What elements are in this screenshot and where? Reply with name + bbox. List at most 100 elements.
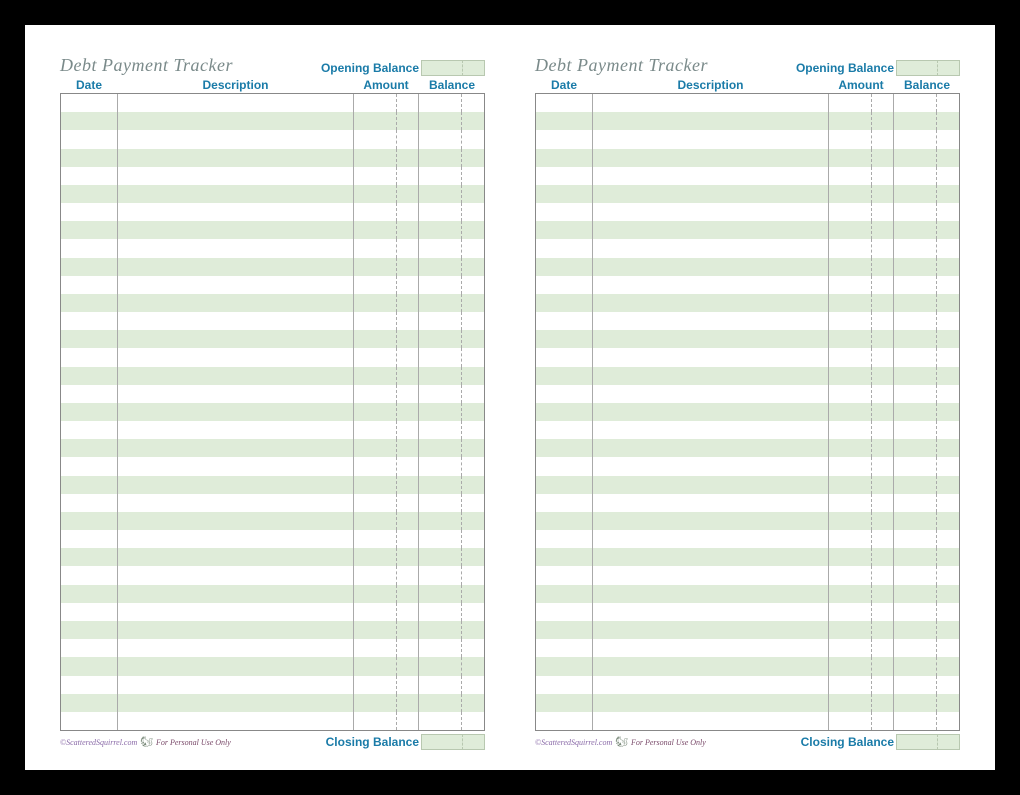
ledger-row[interactable] xyxy=(536,603,959,621)
cell-amount-cents[interactable] xyxy=(397,258,419,276)
cell-balance-main[interactable] xyxy=(894,676,937,694)
cell-balance-cents[interactable] xyxy=(462,657,484,675)
ledger-row[interactable] xyxy=(536,694,959,712)
cell-description[interactable] xyxy=(593,476,829,494)
ledger-row[interactable] xyxy=(61,185,484,203)
cell-amount-cents[interactable] xyxy=(397,203,419,221)
ledger-row[interactable] xyxy=(536,239,959,257)
cell-description[interactable] xyxy=(593,566,829,584)
cell-balance-main[interactable] xyxy=(419,512,462,530)
cell-balance-main[interactable] xyxy=(894,167,937,185)
cell-date[interactable] xyxy=(536,221,593,239)
cell-balance-main[interactable] xyxy=(894,239,937,257)
cell-description[interactable] xyxy=(593,494,829,512)
cell-description[interactable] xyxy=(118,548,354,566)
cell-balance-main[interactable] xyxy=(894,258,937,276)
cell-balance-cents[interactable] xyxy=(937,385,959,403)
cell-amount-cents[interactable] xyxy=(872,367,894,385)
cell-date[interactable] xyxy=(536,403,593,421)
cell-amount-main[interactable] xyxy=(354,203,397,221)
cell-description[interactable] xyxy=(118,94,354,112)
cell-date[interactable] xyxy=(61,530,118,548)
cell-amount-main[interactable] xyxy=(829,94,872,112)
cell-date[interactable] xyxy=(61,694,118,712)
cell-balance-cents[interactable] xyxy=(462,639,484,657)
cell-amount-cents[interactable] xyxy=(872,276,894,294)
cell-amount-cents[interactable] xyxy=(872,330,894,348)
cell-amount-main[interactable] xyxy=(354,94,397,112)
cell-description[interactable] xyxy=(118,185,354,203)
cell-balance-cents[interactable] xyxy=(462,221,484,239)
ledger-row[interactable] xyxy=(61,94,484,112)
cell-balance-cents[interactable] xyxy=(462,294,484,312)
cell-description[interactable] xyxy=(593,657,829,675)
cell-description[interactable] xyxy=(118,112,354,130)
cell-balance-cents[interactable] xyxy=(462,239,484,257)
ledger-row[interactable] xyxy=(61,712,484,730)
cell-balance-main[interactable] xyxy=(419,149,462,167)
cell-balance-cents[interactable] xyxy=(462,367,484,385)
cell-amount-cents[interactable] xyxy=(397,185,419,203)
ledger-row[interactable] xyxy=(61,167,484,185)
cell-balance-cents[interactable] xyxy=(937,421,959,439)
cell-description[interactable] xyxy=(593,348,829,366)
cell-description[interactable] xyxy=(118,312,354,330)
cell-balance-main[interactable] xyxy=(419,439,462,457)
cell-balance-main[interactable] xyxy=(419,130,462,148)
cell-balance-main[interactable] xyxy=(894,330,937,348)
cell-balance-cents[interactable] xyxy=(937,367,959,385)
cell-date[interactable] xyxy=(61,239,118,257)
cell-balance-cents[interactable] xyxy=(462,694,484,712)
ledger-row[interactable] xyxy=(61,621,484,639)
cell-balance-main[interactable] xyxy=(419,185,462,203)
cell-description[interactable] xyxy=(118,348,354,366)
cell-amount-cents[interactable] xyxy=(397,385,419,403)
cell-date[interactable] xyxy=(61,94,118,112)
cell-date[interactable] xyxy=(536,530,593,548)
ledger-row[interactable] xyxy=(536,439,959,457)
cell-date[interactable] xyxy=(61,457,118,475)
cell-amount-cents[interactable] xyxy=(872,603,894,621)
cell-description[interactable] xyxy=(593,94,829,112)
cell-balance-main[interactable] xyxy=(419,112,462,130)
cell-description[interactable] xyxy=(118,421,354,439)
cell-description[interactable] xyxy=(593,112,829,130)
ledger-row[interactable] xyxy=(61,657,484,675)
cell-amount-cents[interactable] xyxy=(397,221,419,239)
cell-date[interactable] xyxy=(61,312,118,330)
cell-balance-main[interactable] xyxy=(419,403,462,421)
cell-amount-cents[interactable] xyxy=(872,185,894,203)
cell-amount-cents[interactable] xyxy=(872,403,894,421)
closing-balance-box[interactable] xyxy=(896,734,960,750)
cell-balance-cents[interactable] xyxy=(937,203,959,221)
cell-balance-cents[interactable] xyxy=(937,639,959,657)
cell-balance-main[interactable] xyxy=(894,94,937,112)
ledger-row[interactable] xyxy=(536,149,959,167)
cell-amount-main[interactable] xyxy=(829,239,872,257)
cell-amount-main[interactable] xyxy=(829,476,872,494)
cell-balance-cents[interactable] xyxy=(462,439,484,457)
cell-balance-main[interactable] xyxy=(894,221,937,239)
cell-description[interactable] xyxy=(593,367,829,385)
cell-balance-cents[interactable] xyxy=(937,239,959,257)
cell-description[interactable] xyxy=(593,548,829,566)
cell-amount-main[interactable] xyxy=(354,657,397,675)
cell-balance-main[interactable] xyxy=(894,512,937,530)
cell-balance-cents[interactable] xyxy=(462,621,484,639)
ledger-row[interactable] xyxy=(61,694,484,712)
cell-balance-main[interactable] xyxy=(894,712,937,730)
cell-amount-main[interactable] xyxy=(829,566,872,584)
cell-amount-main[interactable] xyxy=(829,530,872,548)
cell-description[interactable] xyxy=(593,203,829,221)
ledger-row[interactable] xyxy=(61,203,484,221)
cell-date[interactable] xyxy=(61,185,118,203)
cell-amount-cents[interactable] xyxy=(397,348,419,366)
cell-date[interactable] xyxy=(61,657,118,675)
cell-balance-main[interactable] xyxy=(419,603,462,621)
cell-description[interactable] xyxy=(593,330,829,348)
cell-amount-cents[interactable] xyxy=(872,203,894,221)
cell-amount-cents[interactable] xyxy=(872,657,894,675)
cell-balance-main[interactable] xyxy=(894,294,937,312)
cell-date[interactable] xyxy=(536,348,593,366)
cell-amount-main[interactable] xyxy=(354,276,397,294)
